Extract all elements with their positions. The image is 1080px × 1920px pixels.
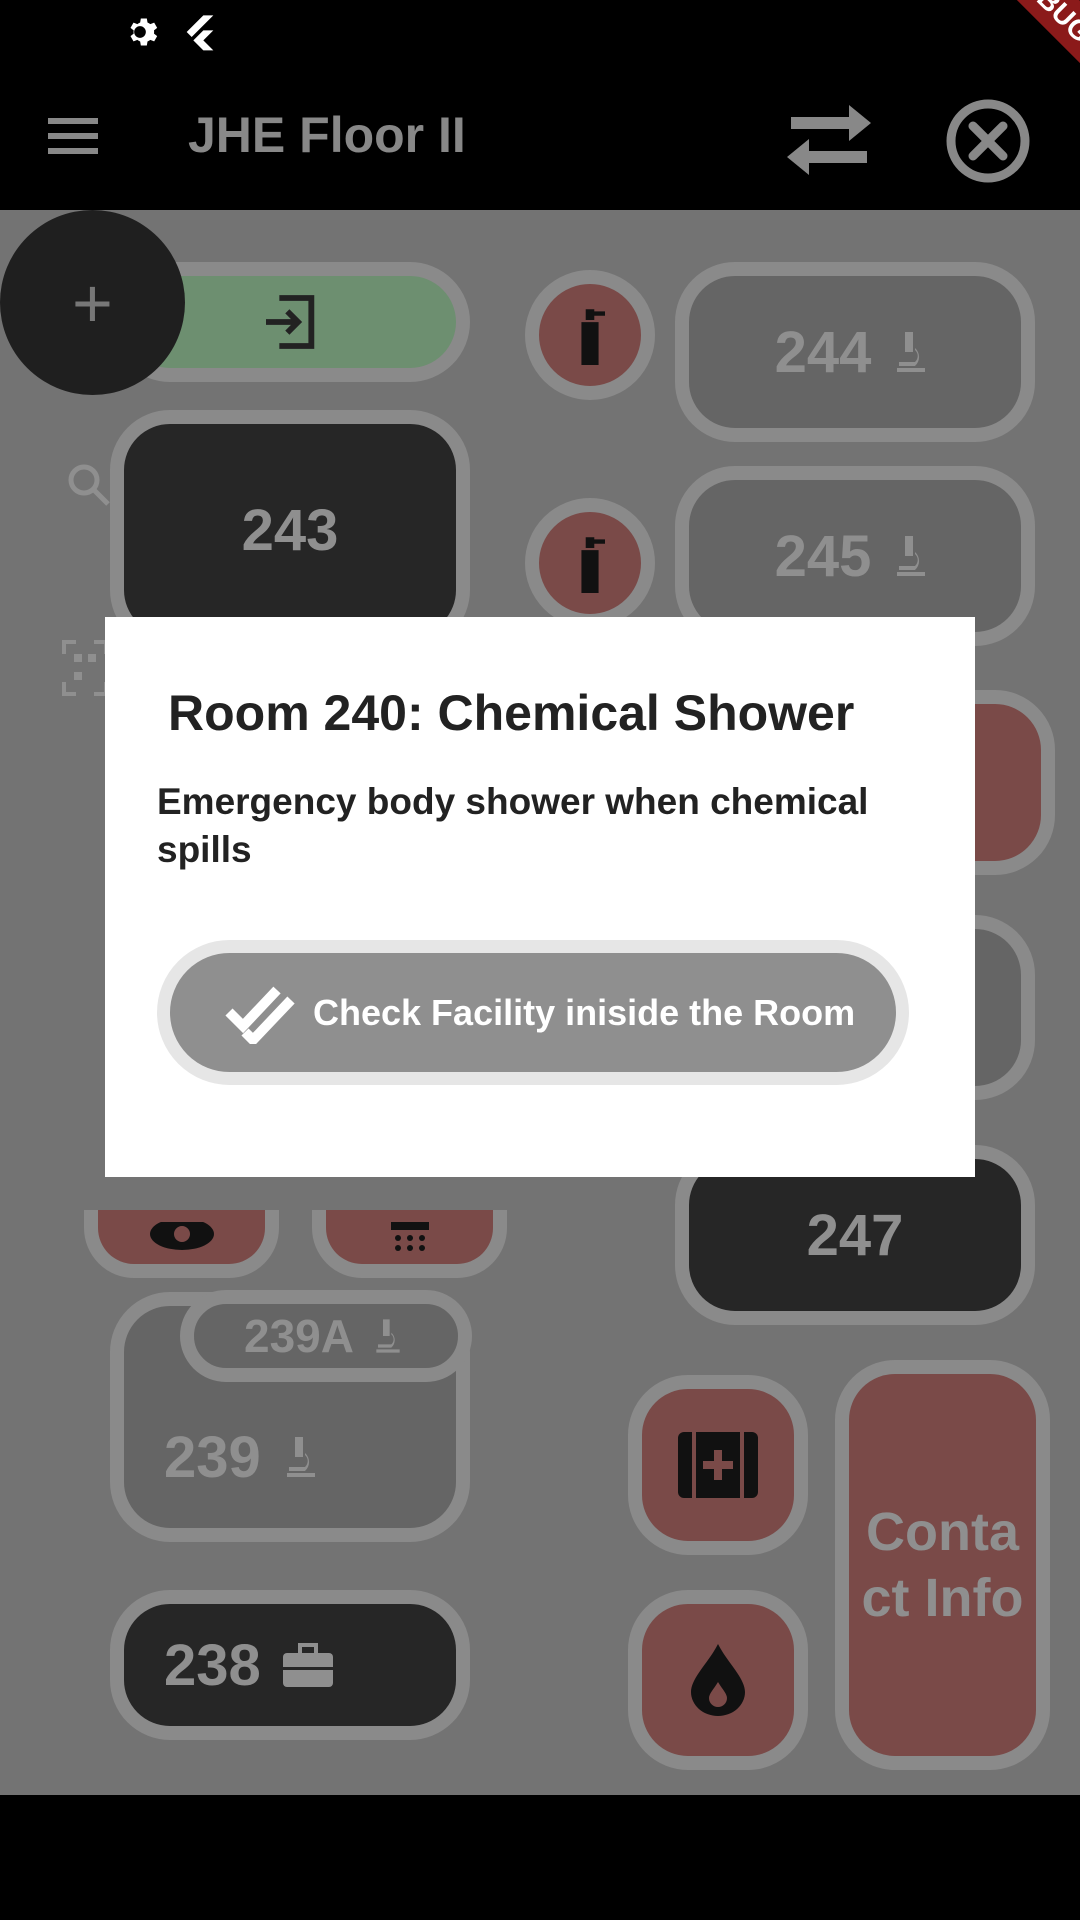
microscope-icon: [897, 332, 926, 372]
dialog-title: Room 240: Chemical Shower: [168, 685, 855, 741]
first-aid-icon: [678, 1432, 758, 1498]
app-bar: [0, 65, 1080, 210]
fire-extinguisher-icon: [581, 537, 605, 593]
water-drop-station[interactable]: [628, 1590, 808, 1770]
eye-icon: [149, 1222, 214, 1250]
flutter-icon: [180, 12, 220, 57]
check-facility-label: Check Facility iniside the Room: [313, 991, 856, 1033]
contact-info-label: Contact Info: [861, 1502, 1024, 1628]
room-238-label: 238: [164, 1632, 261, 1698]
room-243[interactable]: 243: [110, 410, 470, 650]
menu-icon[interactable]: [48, 116, 100, 161]
room-244-label: 244: [774, 319, 872, 385]
double-check-icon: [225, 986, 295, 1044]
check-facility-button[interactable]: Check Facility iniside the Room: [157, 940, 909, 1085]
bottom-bar: [0, 1795, 1080, 1920]
chemical-shower[interactable]: [312, 1210, 507, 1278]
room-243-label: 243: [241, 497, 339, 563]
room-239a-label: 239A: [244, 1310, 354, 1362]
contact-info[interactable]: Contact Info: [835, 1360, 1050, 1770]
briefcase-icon: [282, 1643, 333, 1687]
room-245-label: 245: [774, 523, 872, 589]
microscope-icon: [286, 1437, 315, 1477]
room-239-label: 239: [164, 1424, 261, 1490]
microscope-icon: [376, 1319, 400, 1353]
fire-extinguisher-1[interactable]: [525, 270, 655, 400]
qr-scan-icon[interactable]: [62, 640, 108, 701]
search-icon[interactable]: [66, 462, 110, 511]
gear-icon: [120, 12, 160, 57]
dialog-description: Emergency body shower when chemical spil…: [157, 781, 869, 870]
add-button[interactable]: +: [0, 210, 185, 395]
room-247-label: 247: [806, 1202, 904, 1268]
exit-icon: [266, 295, 315, 349]
room-238[interactable]: 238: [110, 1590, 470, 1740]
swap-icon[interactable]: [785, 105, 873, 180]
fire-extinguisher-2[interactable]: [525, 498, 655, 628]
status-bar: [0, 0, 1080, 65]
shower-icon: [390, 1222, 429, 1251]
room-244[interactable]: 244: [675, 262, 1035, 442]
water-drop-icon: [691, 1644, 745, 1716]
microscope-icon: [897, 536, 926, 576]
page-title: JHE Floor II: [188, 107, 466, 163]
fire-extinguisher-icon: [581, 309, 605, 365]
first-aid-kit[interactable]: [628, 1375, 808, 1555]
room-239a[interactable]: 239A: [180, 1290, 472, 1382]
eye-wash-station[interactable]: [84, 1210, 279, 1278]
close-icon[interactable]: [945, 98, 1031, 189]
